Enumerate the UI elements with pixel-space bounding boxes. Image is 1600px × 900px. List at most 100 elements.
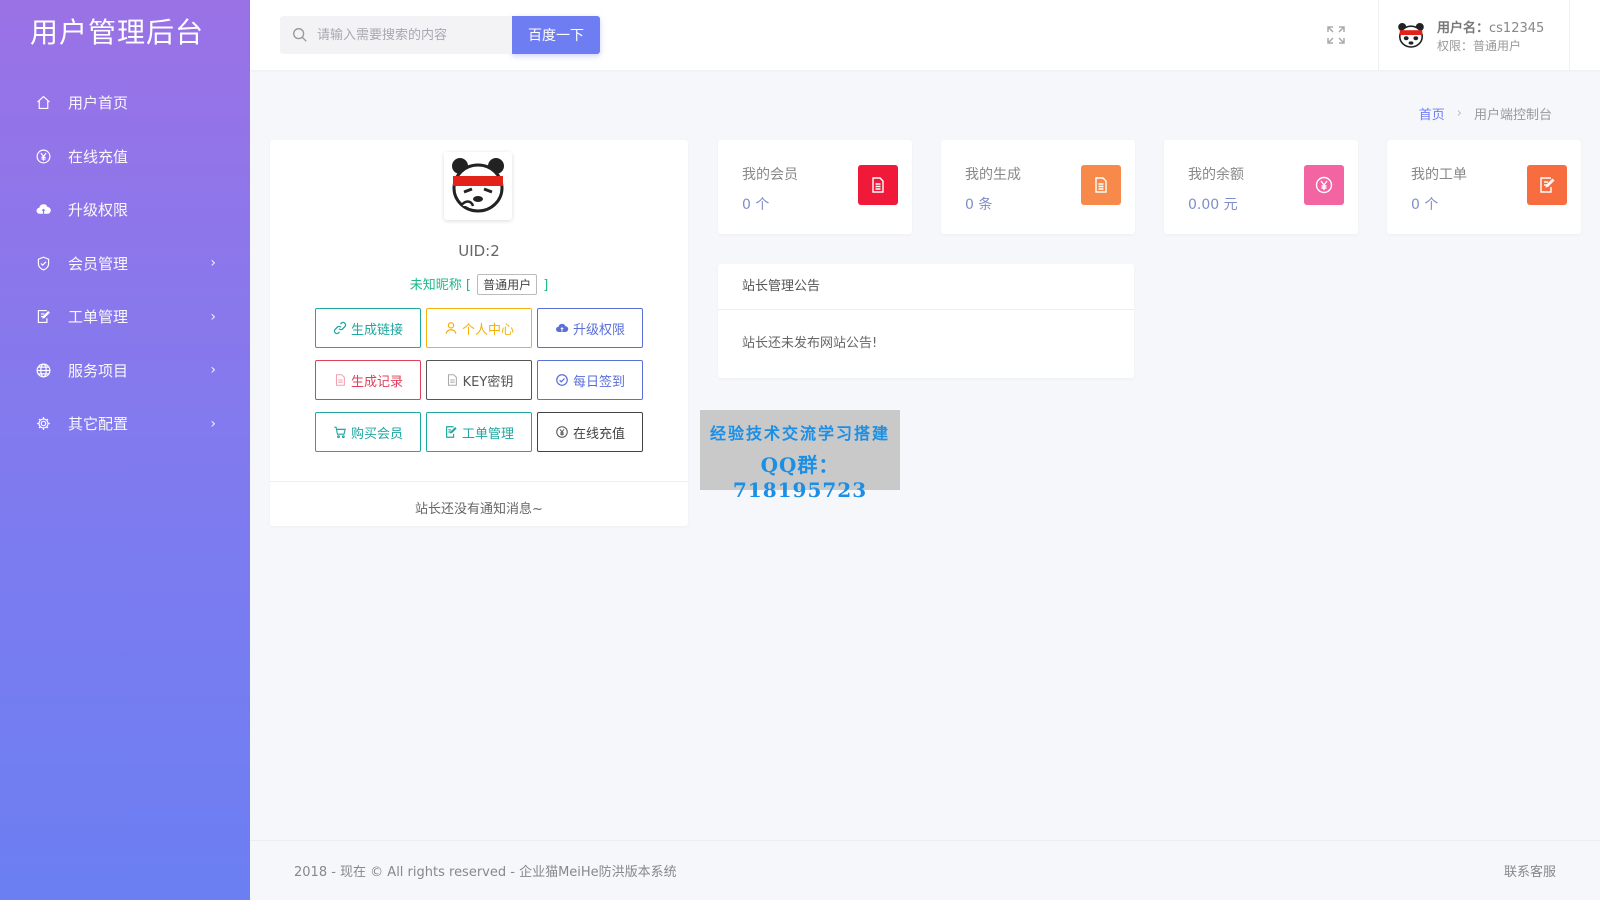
breadcrumb-home[interactable]: 首页 [1419,104,1445,123]
stat-card-generated[interactable]: 我的生成 0 条 [941,140,1135,234]
document-icon [1081,165,1121,205]
announcement-panel: 站长管理公告 站长还未发布网站公告! [718,264,1134,378]
profile-nickname: 未知昵称 [ 普通用户 ] [270,274,688,295]
quick-actions: 生成链接 个人中心 升级权限 生成记录 KEY密钥 每日签到 购买会员 工单管理… [315,308,645,452]
button-label: KEY密钥 [462,374,514,390]
stat-value: 0 个 [1411,197,1439,213]
breadcrumb-current: 用户端控制台 [1473,108,1552,123]
nickname-suffix: ] [543,278,549,293]
user-meta: 用户名：cs12345 权限：普通用户 [1437,17,1544,54]
check-circle-icon [556,374,568,386]
generate-link-button[interactable]: 生成链接 [315,308,421,348]
button-label: 购买会员 [350,426,403,442]
profile-card: UID:2 未知昵称 [ 普通用户 ] 生成链接 个人中心 升级权限 生成记录 … [270,140,688,526]
fullscreen-icon[interactable] [1325,24,1347,46]
top-header: 百度一下 用户名：cs12345 权限：普通用户 [250,0,1600,70]
button-label: 生成链接 [350,322,403,338]
generate-records-button[interactable]: 生成记录 [315,360,421,400]
panda-avatar-icon [1395,19,1427,51]
online-recharge-button[interactable]: 在线充值 [537,412,643,452]
sidebar-item-recharge[interactable]: 在线充值 [0,130,250,184]
sidebar-item-label: 用户首页 [68,94,129,113]
link-icon [333,321,347,335]
sidebar: 用户管理后台 用户首页 在线充值 升级权限 会员管理 › 工单管理 › 服务项目… [0,0,250,900]
upgrade-button[interactable]: 升级权限 [537,308,643,348]
buy-membership-button[interactable]: 购买会员 [315,412,421,452]
promo-line-1: 经验技术交流学习搭建 [709,424,890,443]
sidebar-item-tickets[interactable]: 工单管理 › [0,290,250,344]
yen-circle-icon [34,147,52,165]
sidebar-item-settings[interactable]: 其它配置 › [0,397,250,451]
cloud-upload-icon [34,201,52,219]
footer-copyright: 2018 - 现在 © All rights reserved - 企业猫Mei… [294,865,677,880]
shield-check-icon [34,254,52,272]
stat-value: 0 个 [742,197,770,213]
key-secret-button[interactable]: KEY密钥 [426,360,532,400]
stat-card-balance[interactable]: 我的余额 0.00 元 [1164,140,1358,234]
cart-icon [334,426,346,439]
button-label: 工单管理 [461,426,514,442]
sidebar-item-members[interactable]: 会员管理 › [0,237,250,291]
user-icon [445,322,457,334]
profile-uid: UID:2 [458,242,500,260]
sidebar-nav: 用户首页 在线充值 升级权限 会员管理 › 工单管理 › 服务项目 › 其它配置 [0,76,250,451]
button-label: 每日签到 [572,374,625,390]
role-badge: 普通用户 [477,274,538,295]
sidebar-item-upgrade[interactable]: 升级权限 [0,183,250,237]
search-bar: 百度一下 [280,16,600,54]
search-icon [293,28,307,42]
stat-value: 0.00 元 [1188,197,1238,213]
user-menu[interactable]: 用户名：cs12345 权限：普通用户 [1378,0,1570,70]
search-box [280,16,512,54]
ticket-management-button[interactable]: 工单管理 [426,412,532,452]
edit-note-icon [446,426,457,438]
button-label: 个人中心 [461,322,514,338]
brand-title[interactable]: 用户管理后台 [0,0,250,68]
edit-note-icon [1527,165,1567,205]
daily-checkin-button[interactable]: 每日签到 [537,360,643,400]
yen-circle-icon [1304,165,1344,205]
notice-message: 站长还没有通知消息~ [415,502,543,517]
stat-card-members[interactable]: 我的会员 0 个 [718,140,912,234]
breadcrumb: 首页 › 用户端控制台 [1419,104,1552,123]
yen-circle-icon [556,426,568,438]
button-label: 升级权限 [572,322,625,338]
chevron-right-icon: › [210,308,216,325]
edit-note-icon [34,308,52,326]
user-name: cs12345 [1489,20,1545,36]
gear-icon [34,415,52,433]
sidebar-item-label: 工单管理 [68,308,129,327]
chevron-right-icon: › [210,255,216,272]
contact-support-link[interactable]: 联系客服 [1504,861,1556,880]
stat-card-tickets[interactable]: 我的工单 0 个 [1387,140,1581,234]
search-input[interactable] [317,27,507,43]
user-role: 权限：普通用户 [1437,38,1522,53]
stat-title: 我的余额 [1188,167,1244,183]
personal-center-button[interactable]: 个人中心 [426,308,532,348]
breadcrumb-separator: › [1456,106,1462,121]
chevron-right-icon: › [210,415,216,432]
promo-line-2: QQ群：718195723 [732,453,868,502]
profile-avatar [444,152,512,220]
nickname-prefix: 未知昵称 [ [409,278,471,293]
announcement-title: 站长管理公告 [718,264,1134,310]
document-icon [335,374,345,386]
sidebar-item-services[interactable]: 服务项目 › [0,344,250,398]
button-label: 生成记录 [350,374,403,390]
announcement-body: 站长还未发布网站公告! [742,336,878,351]
chevron-right-icon: › [210,362,216,379]
panda-avatar-icon [444,152,512,220]
search-button[interactable]: 百度一下 [512,16,600,54]
sidebar-item-home[interactable]: 用户首页 [0,76,250,130]
cloud-upload-icon [555,323,569,332]
document-icon [447,374,457,386]
user-name-line: 用户名：cs12345 [1437,17,1544,36]
sidebar-item-label: 服务项目 [68,361,129,380]
globe-icon [34,361,52,379]
avatar [1395,19,1427,51]
promo-banner: 经验技术交流学习搭建 QQ群：718195723 [700,410,900,502]
sidebar-item-label: 升级权限 [68,201,129,220]
stat-value: 0 条 [965,197,993,213]
stat-title: 我的会员 [742,167,798,183]
sidebar-item-label: 会员管理 [68,254,129,273]
